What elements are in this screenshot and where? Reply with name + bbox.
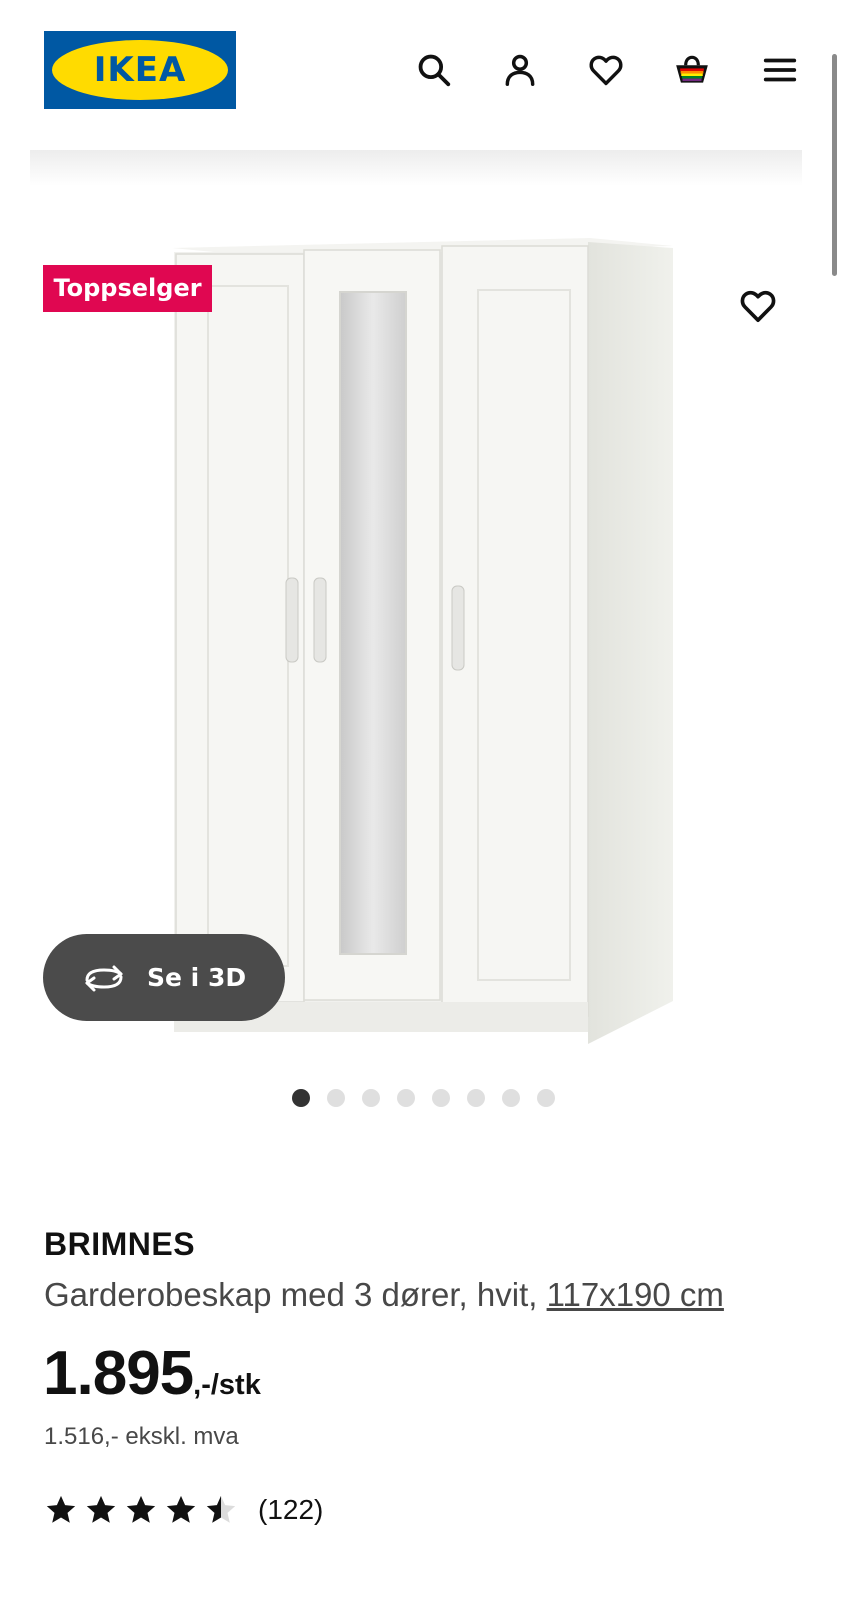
product-dimensions-link[interactable]: 117x190 cm	[547, 1276, 724, 1313]
carousel-dot[interactable]	[397, 1089, 415, 1107]
carousel-dot[interactable]	[432, 1089, 450, 1107]
top-seller-badge: Toppselger	[43, 265, 212, 312]
star-icon	[86, 1495, 116, 1523]
add-to-favourites-icon[interactable]	[736, 284, 780, 328]
header-shadow	[30, 150, 802, 186]
star-icon	[126, 1495, 156, 1523]
carousel-dot[interactable]	[537, 1089, 555, 1107]
carousel-dot[interactable]	[362, 1089, 380, 1107]
half-star-icon	[206, 1495, 236, 1523]
basket-icon[interactable]	[670, 48, 714, 92]
menu-icon[interactable]	[758, 48, 802, 92]
site-header: IKEA	[0, 0, 862, 150]
search-icon[interactable]	[412, 48, 456, 92]
view-in-3d-label: Se i 3D	[147, 963, 247, 992]
image-carousel-dots	[292, 1089, 555, 1107]
ikea-logo[interactable]: IKEA	[44, 31, 236, 109]
wardrobe-product-image[interactable]	[170, 236, 680, 1046]
carousel-dot[interactable]	[327, 1089, 345, 1107]
rating-stars	[44, 1493, 238, 1527]
price-amount: 1.895	[43, 1339, 194, 1408]
product-price: 1.895,-/stk	[43, 1338, 261, 1409]
carousel-dot[interactable]	[467, 1089, 485, 1107]
carousel-dot[interactable]	[292, 1089, 310, 1107]
carousel-dot[interactable]	[502, 1089, 520, 1107]
product-name: BRIMNES	[44, 1226, 196, 1262]
product-rating[interactable]: (122)	[44, 1490, 323, 1530]
logo-text: IKEA	[93, 50, 187, 90]
logo-oval: IKEA	[52, 40, 228, 100]
price-excluding-vat: 1.516,- ekskl. mva	[44, 1423, 239, 1450]
account-icon[interactable]	[498, 48, 542, 92]
star-icon	[46, 1495, 76, 1523]
star-icon	[166, 1495, 196, 1523]
product-description-text: Garderobeskap med 3 dører, hvit,	[44, 1276, 547, 1313]
rotate-3d-icon	[85, 965, 123, 991]
page-scrollbar[interactable]	[832, 54, 837, 276]
product-description: Garderobeskap med 3 dører, hvit, 117x190…	[44, 1276, 724, 1314]
view-in-3d-button[interactable]: Se i 3D	[43, 934, 285, 1021]
review-count: (122)	[258, 1494, 324, 1525]
heart-icon[interactable]	[584, 48, 628, 92]
price-unit: ,-/stk	[193, 1369, 261, 1401]
